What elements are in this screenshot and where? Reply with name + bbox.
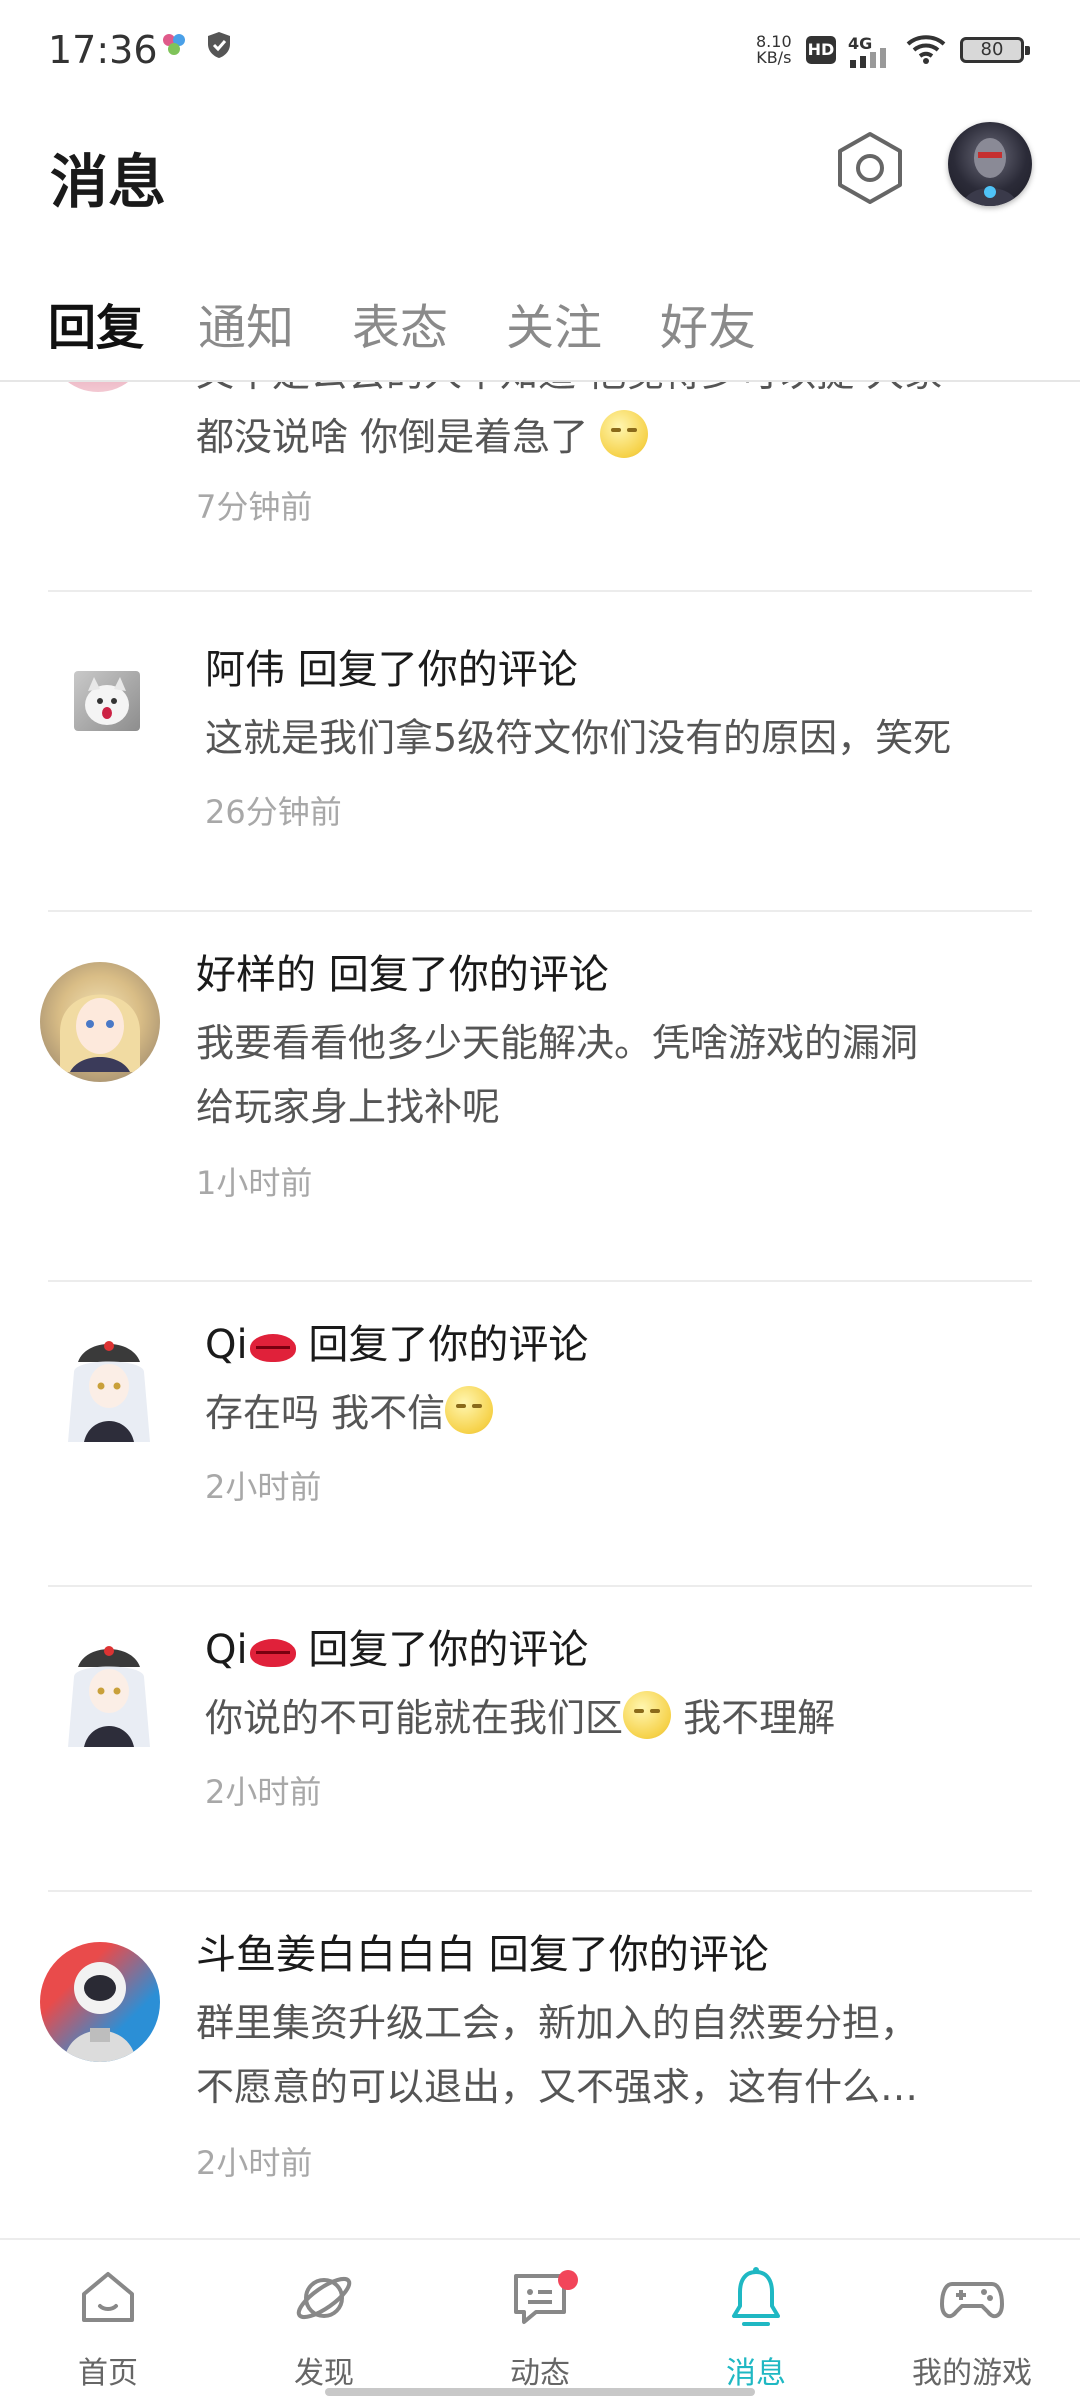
message-body-line: 你说的不可能就在我们区 我不理解 — [205, 1687, 835, 1742]
tab-reply[interactable]: 回复 — [48, 288, 144, 358]
message-title: 阿伟 回复了你的评论 — [205, 637, 578, 695]
message-title: Qi 回复了你的评论 — [205, 1312, 588, 1370]
message-body-text: 你说的不可能就在我们区 — [205, 1696, 624, 1740]
nav-feed-label: 动态 — [510, 2356, 570, 2391]
message-list[interactable]: 又不是公会的人不知道 他觉得少可以提 大家 都没说啥 你倒是着急了 7分钟前 阿… — [0, 382, 1080, 2238]
drool-emoji-icon — [600, 410, 649, 458]
message-time: 7分钟前 — [196, 488, 313, 526]
nav-my-games-label: 我的游戏 — [912, 2356, 1032, 2391]
message-title: 好样的 回复了你的评论 — [196, 942, 609, 1000]
battery-indicator: 80 — [960, 37, 1030, 63]
message-body-line: 不愿意的可以退出，又不强求，这有什么… — [196, 2065, 919, 2109]
tab-notice[interactable]: 通知 — [198, 288, 294, 358]
shield-icon — [208, 32, 230, 58]
smirk-emoji-icon — [445, 1386, 494, 1434]
nav-feed[interactable]: 动态 — [432, 2240, 648, 2400]
status-time: 17:36 — [48, 28, 158, 72]
tab-reaction[interactable]: 表态 — [352, 288, 448, 358]
message-time: 2小时前 — [196, 2144, 313, 2182]
sender-name[interactable]: Qi — [205, 1322, 248, 1368]
avatar[interactable] — [40, 962, 160, 1082]
message-body-line: 这就是我们拿5级符文你们没有的原因，笑死 — [205, 716, 952, 760]
astronaut-avatar-image — [64, 1962, 136, 2062]
network-speed-unit: KB/s — [756, 48, 792, 67]
status-bar: 17:36 8.10 KB/s HD 4G 80 — [0, 0, 1080, 100]
list-item[interactable]: 好样的 回复了你的评论 我要看看他多少天能解决。凭啥游戏的漏洞 给玩家身上找补呢… — [0, 912, 1080, 1282]
message-body-text: 存在吗 我不信 — [205, 1391, 446, 1435]
nav-discover-label: 发现 — [294, 2356, 354, 2391]
message-time: 26分钟前 — [205, 793, 342, 831]
message-time: 1小时前 — [196, 1164, 313, 1202]
nav-messages-label: 消息 — [726, 2356, 786, 2391]
message-time: 2小时前 — [205, 1468, 322, 1506]
tab-bar: 回复 通知 表态 关注 好友 — [0, 280, 1080, 380]
gamepad-icon — [940, 2282, 1004, 2319]
list-item[interactable]: 又不是公会的人不知道 他觉得少可以提 大家 都没说啥 你倒是着急了 7分钟前 — [0, 382, 1080, 592]
avatar[interactable] — [56, 1637, 162, 1753]
gear-icon — [838, 132, 902, 204]
message-action: 回复了你的评论 — [488, 1932, 769, 1978]
list-item[interactable]: 阿伟 回复了你的评论 这就是我们拿5级符文你们没有的原因，笑死 26分钟前 — [0, 607, 1080, 912]
sender-name[interactable]: 斗鱼姜白白白白 — [196, 1932, 476, 1978]
notification-badge — [558, 2270, 578, 2290]
message-body-line: 又不是公会的人不知道 他觉得少可以提 大家 — [196, 382, 942, 397]
message-body-line: 给玩家身上找补呢 — [196, 1085, 501, 1129]
sender-name[interactable]: Qi — [205, 1627, 248, 1673]
avatar[interactable] — [40, 1942, 160, 2062]
cat-avatar-image — [85, 677, 129, 725]
message-title: Qi 回复了你的评论 — [205, 1617, 588, 1675]
signal-icon — [850, 48, 886, 68]
user-avatar-image — [962, 138, 1018, 206]
avatar[interactable] — [74, 671, 140, 731]
tab-follow[interactable]: 关注 — [506, 288, 602, 358]
settings-button[interactable] — [830, 128, 910, 208]
avatar[interactable] — [48, 382, 148, 392]
message-body-text: 都没说啥 你倒是着急了 — [196, 415, 589, 459]
nav-home[interactable]: 首页 — [0, 2240, 216, 2400]
home-indicator[interactable] — [325, 2388, 755, 2396]
list-item[interactable]: 斗鱼姜白白白白 回复了你的评论 群里集资升级工会，新加入的自然要分担， 不愿意的… — [0, 1892, 1080, 2238]
anime-girl-avatar-image — [68, 1646, 150, 1747]
list-item[interactable]: Qi 回复了你的评论 你说的不可能就在我们区 我不理解 2小时前 — [0, 1587, 1080, 1892]
anime-girl-avatar-image — [60, 994, 140, 1072]
message-time: 2小时前 — [205, 1773, 322, 1811]
message-body-line: 存在吗 我不信 — [205, 1382, 494, 1437]
message-title: 斗鱼姜白白白白 回复了你的评论 — [196, 1922, 769, 1980]
message-action: 回复了你的评论 — [297, 647, 578, 693]
bell-icon — [732, 2267, 780, 2326]
message-body-line: 群里集资升级工会，新加入的自然要分担， — [196, 2001, 919, 2045]
cloud-app-icon — [163, 34, 185, 55]
message-body-text: 我不理解 — [683, 1696, 836, 1740]
nav-discover[interactable]: 发现 — [216, 2240, 432, 2400]
smirk-emoji-icon — [623, 1691, 672, 1739]
tab-friends[interactable]: 好友 — [660, 288, 756, 358]
nav-home-label: 首页 — [78, 2356, 138, 2391]
anime-girl-avatar-image — [68, 1341, 150, 1442]
kiss-lips-icon — [249, 1334, 296, 1362]
avatar[interactable] — [56, 1332, 162, 1448]
message-action: 回复了你的评论 — [308, 1322, 589, 1368]
message-action: 回复了你的评论 — [328, 952, 609, 998]
home-icon — [82, 2272, 134, 2322]
item-divider — [48, 590, 1032, 592]
bottom-nav: 首页 发现 动态 消息 我的游戏 — [0, 2240, 1080, 2400]
planet-icon — [296, 2276, 352, 2320]
list-item[interactable]: Qi 回复了你的评论 存在吗 我不信 2小时前 — [0, 1282, 1080, 1587]
page-title: 消息 — [50, 148, 167, 216]
nav-my-games[interactable]: 我的游戏 — [864, 2240, 1080, 2400]
hd-badge: HD — [806, 36, 836, 64]
sender-name[interactable]: 阿伟 — [205, 647, 285, 693]
nav-messages[interactable]: 消息 — [648, 2240, 864, 2400]
user-avatar[interactable] — [948, 122, 1032, 206]
wifi-icon — [906, 35, 946, 64]
sender-name[interactable]: 好样的 — [196, 952, 316, 998]
kiss-lips-icon — [249, 1639, 296, 1667]
network-speed: 8.10 KB/s — [756, 34, 792, 66]
message-action: 回复了你的评论 — [308, 1627, 589, 1673]
message-body-line: 我要看看他多少天能解决。凭啥游戏的漏洞 — [196, 1021, 919, 1065]
message-body-line: 都没说啥 你倒是着急了 — [196, 406, 649, 461]
